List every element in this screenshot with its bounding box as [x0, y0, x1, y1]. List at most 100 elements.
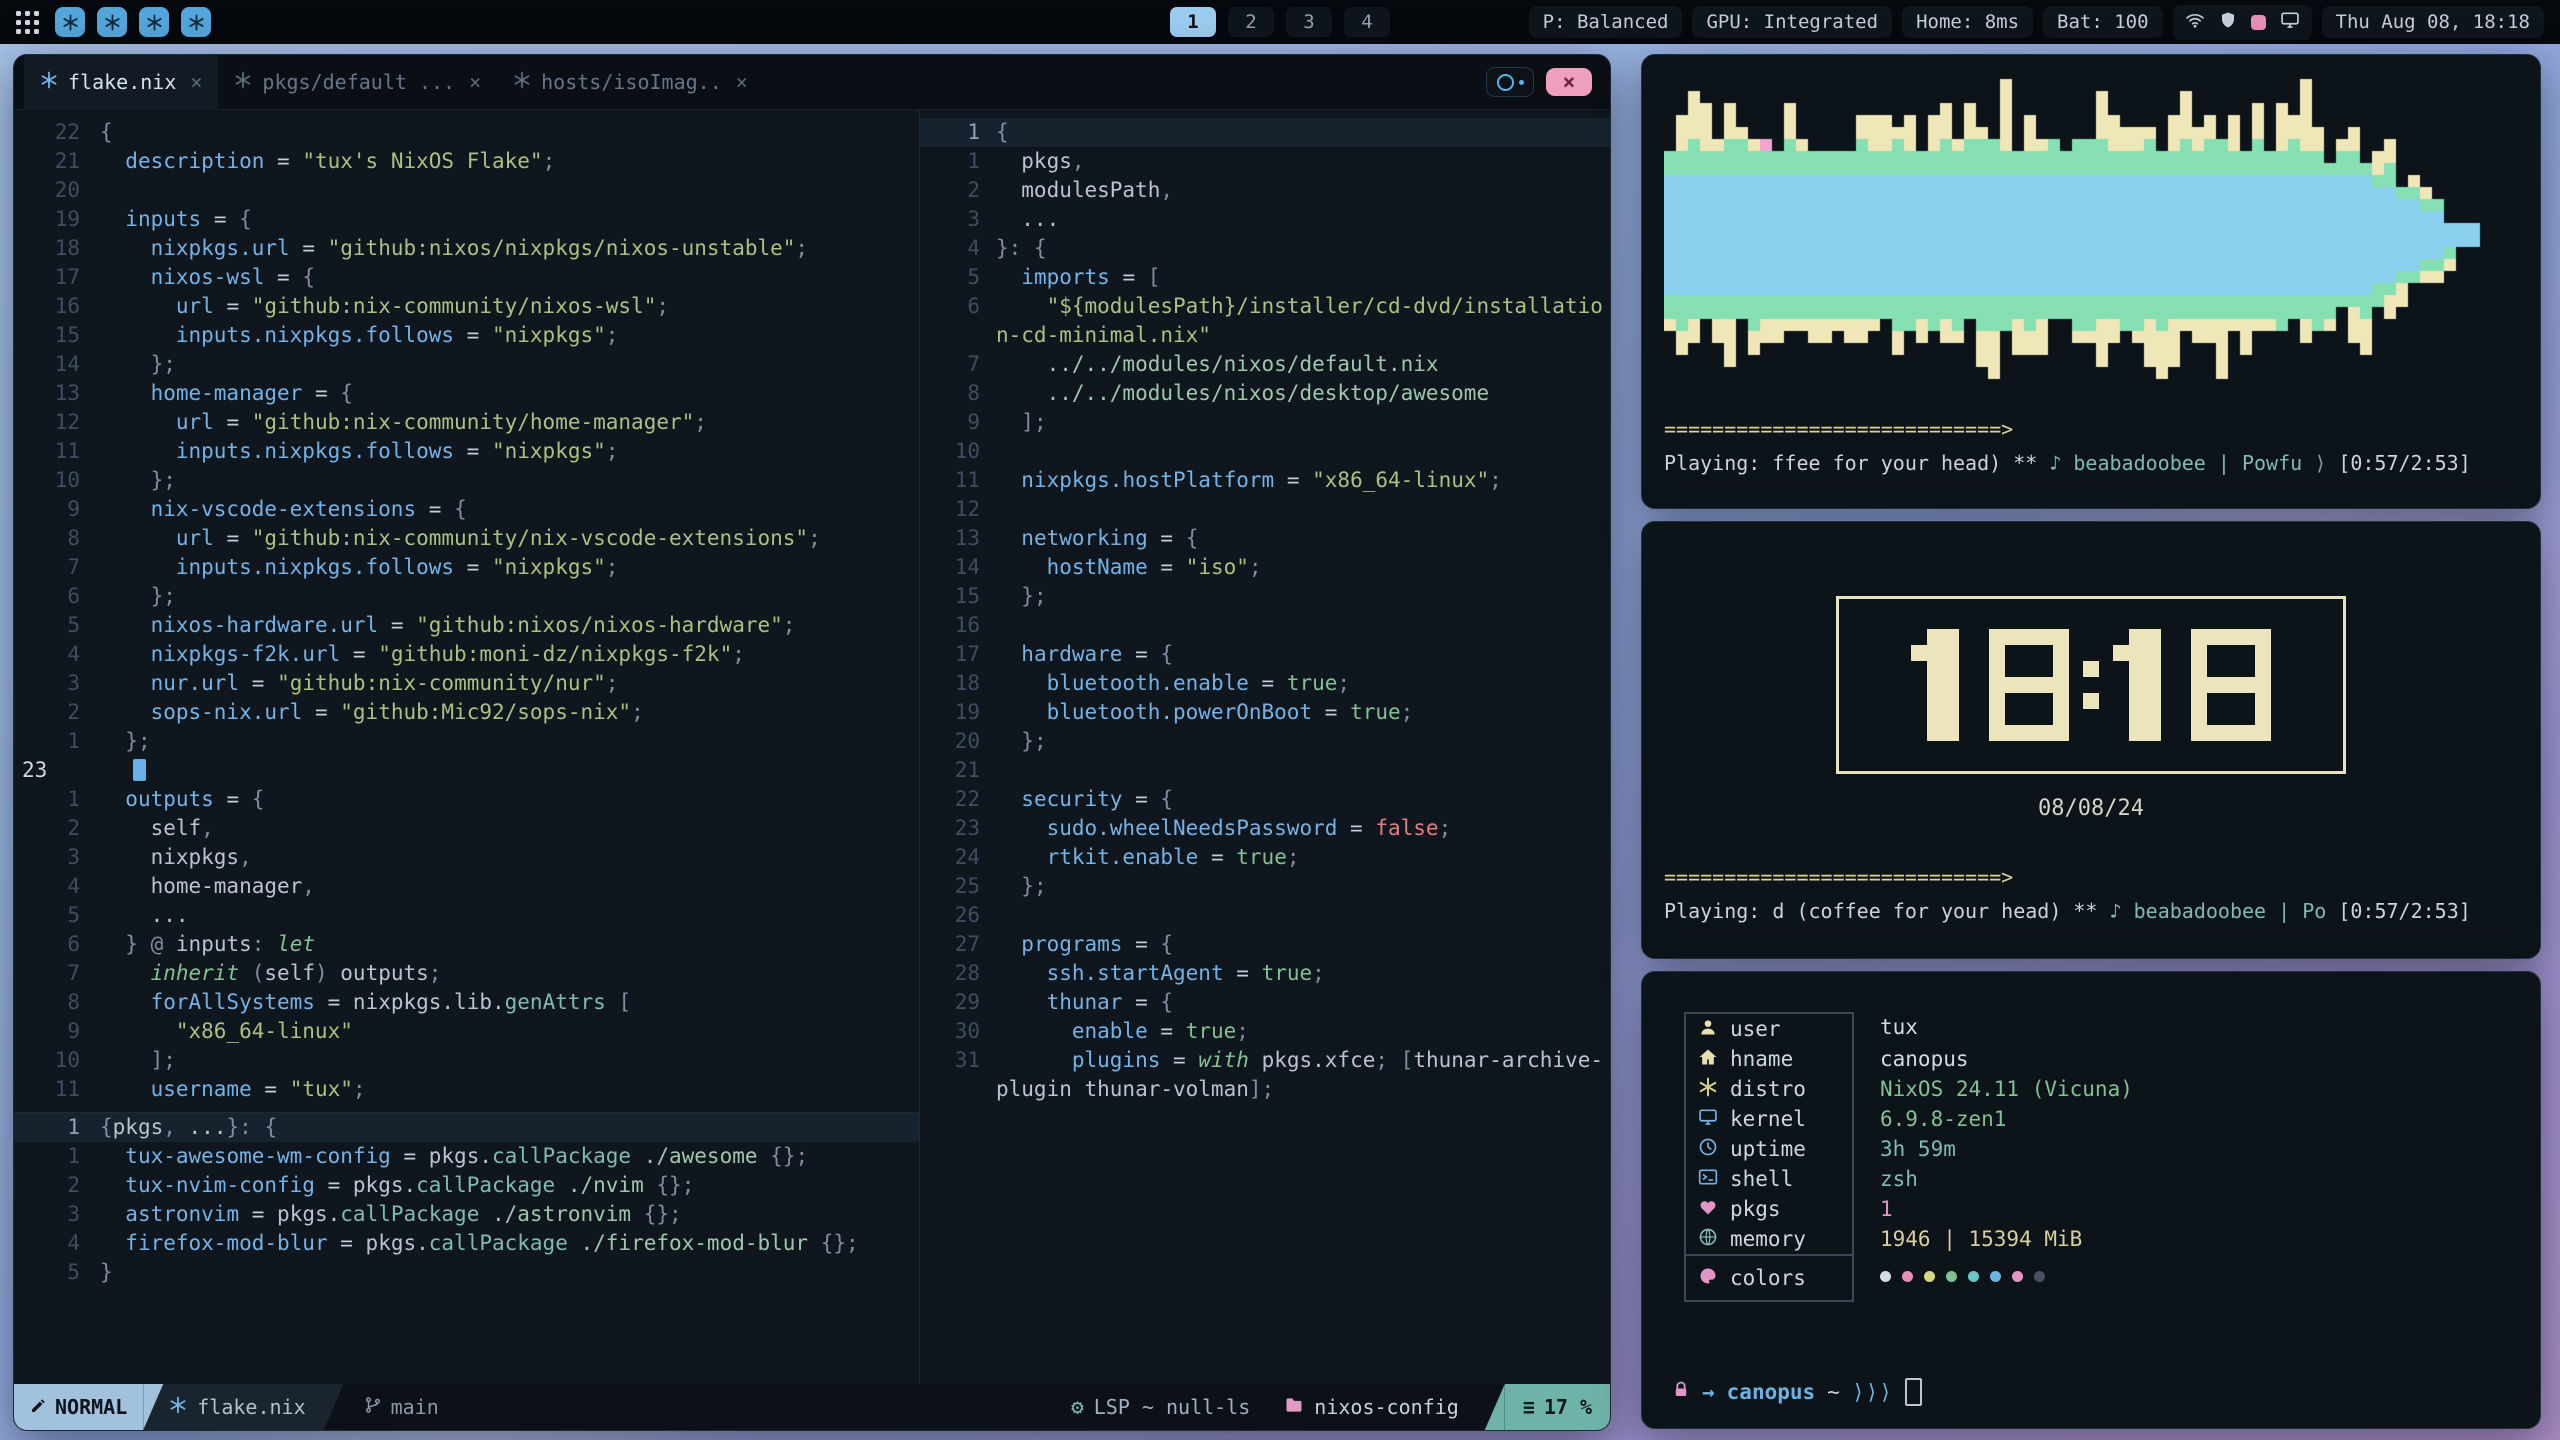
code-line[interactable]: 21 description = "tux's NixOS Flake"; — [14, 147, 919, 176]
code-line[interactable]: 16 url = "github:nix-community/nixos-wsl… — [14, 292, 919, 321]
code-line[interactable]: 3 nur.url = "github:nix-community/nur"; — [14, 669, 919, 698]
color-picker-icon[interactable] — [2251, 15, 2266, 30]
code-line[interactable]: 8 ../../modules/nixos/desktop/awesome — [920, 379, 1610, 408]
code-line[interactable]: 9 ]; — [920, 408, 1610, 437]
code-line[interactable]: 4 firefox-mod-blur = pkgs.callPackage ./… — [14, 1229, 919, 1258]
code-line[interactable]: 4 home-manager, — [14, 872, 919, 901]
code-line[interactable]: 27 programs = { — [920, 930, 1610, 959]
pane-hosts-isoimage[interactable]: 1{1 pkgs,2 modulesPath,3 ...4}: {5 impor… — [920, 110, 1610, 1384]
shell-prompt[interactable]: → canopus ~ ⟩⟩⟩ — [1672, 1378, 1922, 1406]
code-line[interactable]: 10 — [920, 437, 1610, 466]
code-line[interactable]: 10 ]; — [14, 1046, 919, 1075]
code-line[interactable]: 24 rtkit.enable = true; — [920, 843, 1610, 872]
code-line[interactable]: 2 sops-nix.url = "github:Mic92/sops-nix"… — [14, 698, 919, 727]
code-line[interactable]: 22{ — [14, 118, 919, 147]
code-line[interactable]: 2 modulesPath, — [920, 176, 1610, 205]
code-line[interactable]: 16 — [920, 611, 1610, 640]
code-line[interactable]: 8 forAllSystems = nixpkgs.lib.genAttrs [ — [14, 988, 919, 1017]
code-line[interactable]: 4 nixpkgs-f2k.url = "github:moni-dz/nixp… — [14, 640, 919, 669]
code-line[interactable]: 17 hardware = { — [920, 640, 1610, 669]
code-line[interactable]: 12 — [920, 495, 1610, 524]
code-line[interactable]: 9 nix-vscode-extensions = { — [14, 495, 919, 524]
code-line[interactable]: 29 thunar = { — [920, 988, 1610, 1017]
dock-app-icon[interactable] — [97, 7, 127, 37]
code-line[interactable]: 11 username = "tux"; — [14, 1075, 919, 1104]
close-icon[interactable]: × — [736, 70, 748, 94]
code-line[interactable]: 1 }; — [14, 727, 919, 756]
code-line[interactable]: 1 tux-awesome-wm-config = pkgs.callPacka… — [14, 1142, 919, 1171]
code-line[interactable]: 12 url = "github:nix-community/home-mana… — [14, 408, 919, 437]
code-line[interactable]: 9 "x86_64-linux" — [14, 1017, 919, 1046]
code-line[interactable]: 5 ... — [14, 901, 919, 930]
close-icon[interactable]: × — [190, 70, 202, 94]
code-line[interactable]: 23 — [14, 756, 919, 785]
code-line[interactable]: 5 nixos-hardware.url = "github:nixos/nix… — [14, 611, 919, 640]
code-line[interactable]: 7 inherit (self) outputs; — [14, 959, 919, 988]
code-line[interactable]: 10 }; — [14, 466, 919, 495]
tab-pkgs-default[interactable]: pkgs/default ... × — [218, 55, 497, 109]
code-line[interactable]: 7 ../../modules/nixos/default.nix — [920, 350, 1610, 379]
code-line[interactable]: 22 security = { — [920, 785, 1610, 814]
code-line[interactable]: 7 inputs.nixpkgs.follows = "nixpkgs"; — [14, 553, 919, 582]
code-line[interactable]: 18 nixpkgs.url = "github:nixos/nixpkgs/n… — [14, 234, 919, 263]
code-line[interactable]: 13 home-manager = { — [14, 379, 919, 408]
dock-app-icon[interactable] — [181, 7, 211, 37]
tab-flake-nix[interactable]: flake.nix × — [24, 55, 218, 109]
code-line[interactable]: 14 hostName = "iso"; — [920, 553, 1610, 582]
code-line[interactable]: 1{pkgs, ...}: { — [14, 1113, 919, 1142]
code-line[interactable]: 23 sudo.wheelNeedsPassword = false; — [920, 814, 1610, 843]
code-line[interactable]: 15 inputs.nixpkgs.follows = "nixpkgs"; — [14, 321, 919, 350]
code-line[interactable]: 20 — [14, 176, 919, 205]
code-line[interactable]: n-cd-minimal.nix" — [920, 321, 1610, 350]
display-icon[interactable] — [2280, 10, 2300, 35]
zen-toggle-button[interactable] — [1486, 67, 1534, 97]
code-line[interactable]: 3 astronvim = pkgs.callPackage ./astronv… — [14, 1200, 919, 1229]
close-icon[interactable]: × — [469, 70, 481, 94]
tag-3[interactable]: 3 — [1286, 7, 1332, 37]
code-line[interactable]: 14 }; — [14, 350, 919, 379]
code-line[interactable]: 11 nixpkgs.hostPlatform = "x86_64-linux"… — [920, 466, 1610, 495]
code-line[interactable]: 3 ... — [920, 205, 1610, 234]
pane-flake-nix[interactable]: 22{21 description = "tux's NixOS Flake";… — [14, 110, 919, 1112]
tab-hosts-isoimage[interactable]: hosts/isoImag.. × — [497, 55, 764, 109]
dock-app-icon[interactable] — [55, 7, 85, 37]
line-number: 4 — [14, 872, 100, 901]
code-line[interactable]: 28 ssh.startAgent = true; — [920, 959, 1610, 988]
code-line[interactable]: 6 }; — [14, 582, 919, 611]
wifi-icon[interactable] — [2185, 10, 2205, 35]
code-line[interactable]: 2 self, — [14, 814, 919, 843]
code-line[interactable]: 6 } @ inputs: let — [14, 930, 919, 959]
tag-2[interactable]: 2 — [1228, 7, 1274, 37]
code-line[interactable]: 3 nixpkgs, — [14, 843, 919, 872]
dock-app-icon[interactable] — [139, 7, 169, 37]
code-line[interactable]: 2 tux-nvim-config = pkgs.callPackage ./n… — [14, 1171, 919, 1200]
code-line[interactable]: 6 "${modulesPath}/installer/cd-dvd/insta… — [920, 292, 1610, 321]
code-line[interactable]: plugin thunar-volman]; — [920, 1075, 1610, 1104]
code-line[interactable]: 18 bluetooth.enable = true; — [920, 669, 1610, 698]
code-line[interactable]: 20 }; — [920, 727, 1610, 756]
code-line[interactable]: 4}: { — [920, 234, 1610, 263]
code-line[interactable]: 11 inputs.nixpkgs.follows = "nixpkgs"; — [14, 437, 919, 466]
code-line[interactable]: 1 outputs = { — [14, 785, 919, 814]
code-line[interactable]: 30 enable = true; — [920, 1017, 1610, 1046]
code-line[interactable]: 31 plugins = with pkgs.xfce; [thunar-arc… — [920, 1046, 1610, 1075]
code-line[interactable]: 25 }; — [920, 872, 1610, 901]
shield-icon[interactable] — [2219, 11, 2237, 34]
code-line[interactable]: 5 imports = [ — [920, 263, 1610, 292]
tag-4[interactable]: 4 — [1344, 7, 1390, 37]
code-line[interactable]: 1 pkgs, — [920, 147, 1610, 176]
code-line[interactable]: 17 nixos-wsl = { — [14, 263, 919, 292]
code-line[interactable]: 21 — [920, 756, 1610, 785]
code-line[interactable]: 15 }; — [920, 582, 1610, 611]
window-close-button[interactable]: × — [1546, 68, 1592, 96]
code-line[interactable]: 26 — [920, 901, 1610, 930]
code-line[interactable]: 8 url = "github:nix-community/nix-vscode… — [14, 524, 919, 553]
code-line[interactable]: 19 inputs = { — [14, 205, 919, 234]
code-line[interactable]: 5} — [14, 1258, 919, 1287]
pane-pkgs-default[interactable]: 1{pkgs, ...}: {1 tux-awesome-wm-config =… — [14, 1112, 919, 1384]
app-launcher-icon[interactable] — [16, 11, 39, 34]
code-line[interactable]: 13 networking = { — [920, 524, 1610, 553]
code-line[interactable]: 19 bluetooth.powerOnBoot = true; — [920, 698, 1610, 727]
tag-1[interactable]: 1 — [1170, 7, 1216, 37]
code-line[interactable]: 1{ — [920, 118, 1610, 147]
